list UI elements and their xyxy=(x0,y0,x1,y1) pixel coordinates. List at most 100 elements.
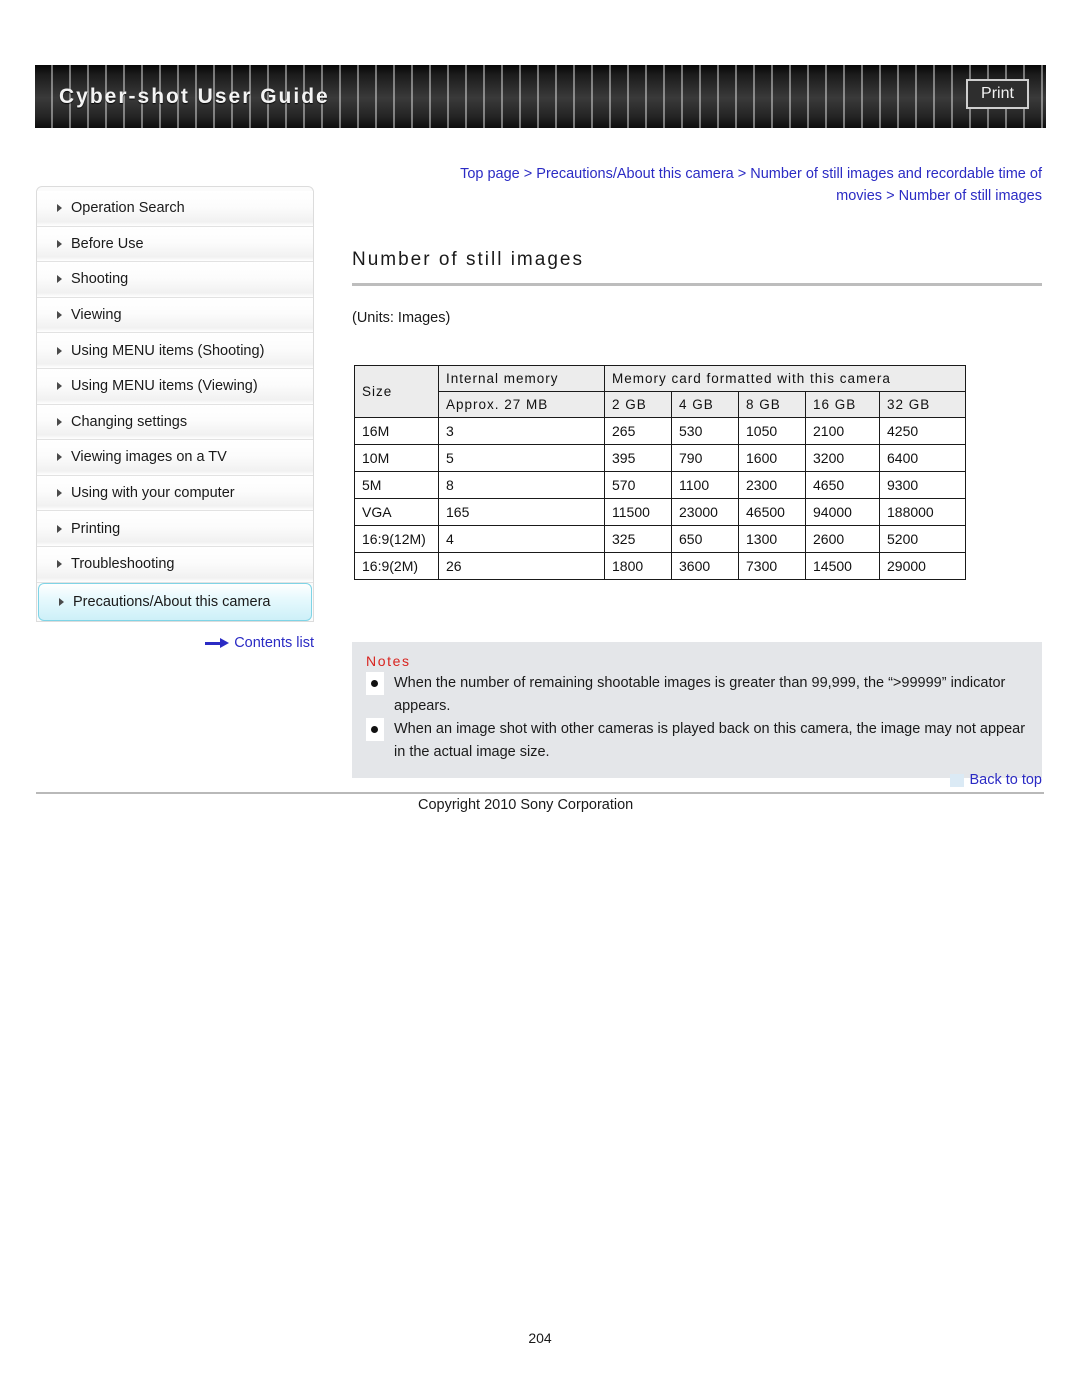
sidebar-item-using-menu-items-viewing[interactable]: Using MENU items (Viewing) xyxy=(37,368,313,405)
back-to-top-icon xyxy=(950,773,965,787)
sidebar-item-before-use[interactable]: Before Use xyxy=(37,226,313,263)
arrow-right-icon xyxy=(205,638,230,648)
table-head: Size Internal memory Memory card formatt… xyxy=(354,365,966,418)
note-item: When the number of remaining shootable i… xyxy=(366,672,1028,718)
cell-card-4gb: 3600 xyxy=(671,552,739,580)
note-text: When the number of remaining shootable i… xyxy=(394,675,1006,714)
copyright-text: Copyright 2010 Sony Corporation xyxy=(418,797,634,813)
notes-panel: Notes When the number of remaining shoot… xyxy=(352,642,1042,778)
back-to-top-link[interactable]: Back to top xyxy=(950,772,1042,788)
cell-size: 16M xyxy=(354,417,439,445)
breadcrumb-line-2[interactable]: movies > Number of still images xyxy=(836,188,1042,204)
cell-card-2gb: 395 xyxy=(604,444,672,472)
cell-card-2gb: 265 xyxy=(604,417,672,445)
table-header-row-2: Approx. 27 MB 2 GB 4 GB 8 GB 16 GB 32 GB xyxy=(355,391,966,418)
sidebar-item-viewing-images-on-a-tv[interactable]: Viewing images on a TV xyxy=(37,440,313,476)
cell-internal-memory: 26 xyxy=(438,552,605,580)
bullet-icon xyxy=(366,718,384,741)
triangle-right-icon xyxy=(57,239,62,248)
cell-card-8gb: 2300 xyxy=(738,471,806,499)
table-row: 16:9(12M) 4 325 650 1300 2600 5200 xyxy=(354,525,966,553)
cell-size: 16:9(12M) xyxy=(354,525,439,553)
triangle-right-icon xyxy=(57,560,62,569)
sidebar-item-using-with-your-computer[interactable]: Using with your computer xyxy=(37,475,313,512)
cell-card-32gb: 188000 xyxy=(879,498,966,526)
cell-card-4gb: 23000 xyxy=(671,498,739,526)
cell-card-32gb: 4250 xyxy=(879,417,966,445)
contents-list-link[interactable]: Contents list xyxy=(36,635,314,651)
cell-card-32gb: 9300 xyxy=(879,471,966,499)
cell-card-16gb: 94000 xyxy=(805,498,880,526)
sidebar-item-changing-settings[interactable]: Changing settings xyxy=(37,404,313,441)
cell-card-2gb: 570 xyxy=(604,471,672,499)
cell-card-16gb: 2600 xyxy=(805,525,880,553)
units-label: (Units: Images) xyxy=(352,310,451,326)
cell-size: 10M xyxy=(354,444,439,472)
sidebar-item-troubleshooting[interactable]: Troubleshooting xyxy=(37,546,313,583)
cell-card-8gb: 1050 xyxy=(738,417,806,445)
still-images-table: Size Internal memory Memory card formatt… xyxy=(354,365,966,580)
print-button[interactable]: Print xyxy=(966,79,1029,109)
page-number: 204 xyxy=(528,1330,552,1346)
table-header-row-1: Size Internal memory Memory card formatt… xyxy=(354,365,966,418)
th-size: Size xyxy=(354,365,439,418)
cell-card-4gb: 530 xyxy=(671,417,739,445)
cell-card-2gb: 1800 xyxy=(604,552,672,580)
back-to-top-label: Back to top xyxy=(969,772,1042,788)
table-row: 16M 3 265 530 1050 2100 4250 xyxy=(354,417,966,445)
cell-internal-memory: 3 xyxy=(438,417,605,445)
th-internal-capacity: Approx. 27 MB xyxy=(438,391,605,418)
th-capacity-4gb: 4 GB xyxy=(671,391,739,418)
sidebar-item-viewing[interactable]: Viewing xyxy=(37,297,313,334)
cell-internal-memory: 5 xyxy=(438,444,605,472)
cell-card-8gb: 46500 xyxy=(738,498,806,526)
cell-card-8gb: 1600 xyxy=(738,444,806,472)
triangle-right-icon xyxy=(57,453,62,462)
breadcrumb-line-1[interactable]: Top page > Precautions/About this camera… xyxy=(460,166,1042,182)
still-images-table-wrapper: Size Internal memory Memory card formatt… xyxy=(354,365,966,580)
triangle-right-icon xyxy=(57,524,62,533)
sidebar-item-label: Viewing xyxy=(71,307,122,324)
triangle-right-icon xyxy=(59,597,64,606)
breadcrumb[interactable]: Top page > Precautions/About this camera… xyxy=(352,163,1042,207)
cell-card-4gb: 790 xyxy=(671,444,739,472)
table-body: 16M 3 265 530 1050 2100 4250 10M 5 395 790 1600 3200… xyxy=(354,417,966,580)
triangle-right-icon xyxy=(57,311,62,320)
triangle-right-icon xyxy=(57,489,62,498)
table-row: 5M 8 570 1100 2300 4650 9300 xyxy=(354,471,966,499)
th-capacity-8gb: 8 GB xyxy=(738,391,806,418)
sidebar-item-label: Troubleshooting xyxy=(71,556,175,573)
note-item: When an image shot with other cameras is… xyxy=(366,718,1028,764)
triangle-right-icon xyxy=(57,275,62,284)
sidebar-item-label: Changing settings xyxy=(71,413,188,430)
contents-list-label: Contents list xyxy=(234,635,314,651)
th-internal-memory: Internal memory xyxy=(438,365,605,392)
cell-card-32gb: 5200 xyxy=(879,525,966,553)
app-title: Cyber-shot User Guide xyxy=(59,84,330,108)
sidebar-item-label: Using with your computer xyxy=(71,485,235,502)
cell-card-2gb: 11500 xyxy=(604,498,672,526)
triangle-right-icon xyxy=(57,346,62,355)
sidebar-item-shooting[interactable]: Shooting xyxy=(37,262,313,298)
th-capacity-2gb: 2 GB xyxy=(604,391,672,418)
cell-card-8gb: 1300 xyxy=(738,525,806,553)
th-memory-card: Memory card formatted with this camera xyxy=(604,365,966,392)
sidebar-item-precautions-about-this-camera[interactable]: Precautions/About this camera xyxy=(38,582,312,621)
cell-size: 16:9(2M) xyxy=(354,552,439,580)
cell-card-16gb: 4650 xyxy=(805,471,880,499)
sidebar-item-label: Before Use xyxy=(71,235,144,252)
notes-title: Notes xyxy=(366,653,411,669)
notes-list: When the number of remaining shootable i… xyxy=(366,672,1028,764)
triangle-right-icon xyxy=(57,382,62,391)
sidebar-item-operation-search[interactable]: Operation Search xyxy=(37,191,313,227)
sidebar-item-using-menu-items-shooting[interactable]: Using MENU items (Shooting) xyxy=(37,333,313,369)
sidebar-item-label: Viewing images on a TV xyxy=(71,449,227,466)
sidebar-item-label: Operation Search xyxy=(71,200,185,217)
sidebar-item-printing[interactable]: Printing xyxy=(37,511,313,547)
sidebar-item-label: Printing xyxy=(71,520,121,537)
sidebar-item-label: Precautions/About this camera xyxy=(73,593,271,610)
table-row: 10M 5 395 790 1600 3200 6400 xyxy=(354,444,966,472)
sidebar-item-label: Using MENU items (Viewing) xyxy=(71,378,258,395)
sidebar-item-label: Using MENU items (Shooting) xyxy=(71,342,265,359)
cell-size: 5M xyxy=(354,471,439,499)
